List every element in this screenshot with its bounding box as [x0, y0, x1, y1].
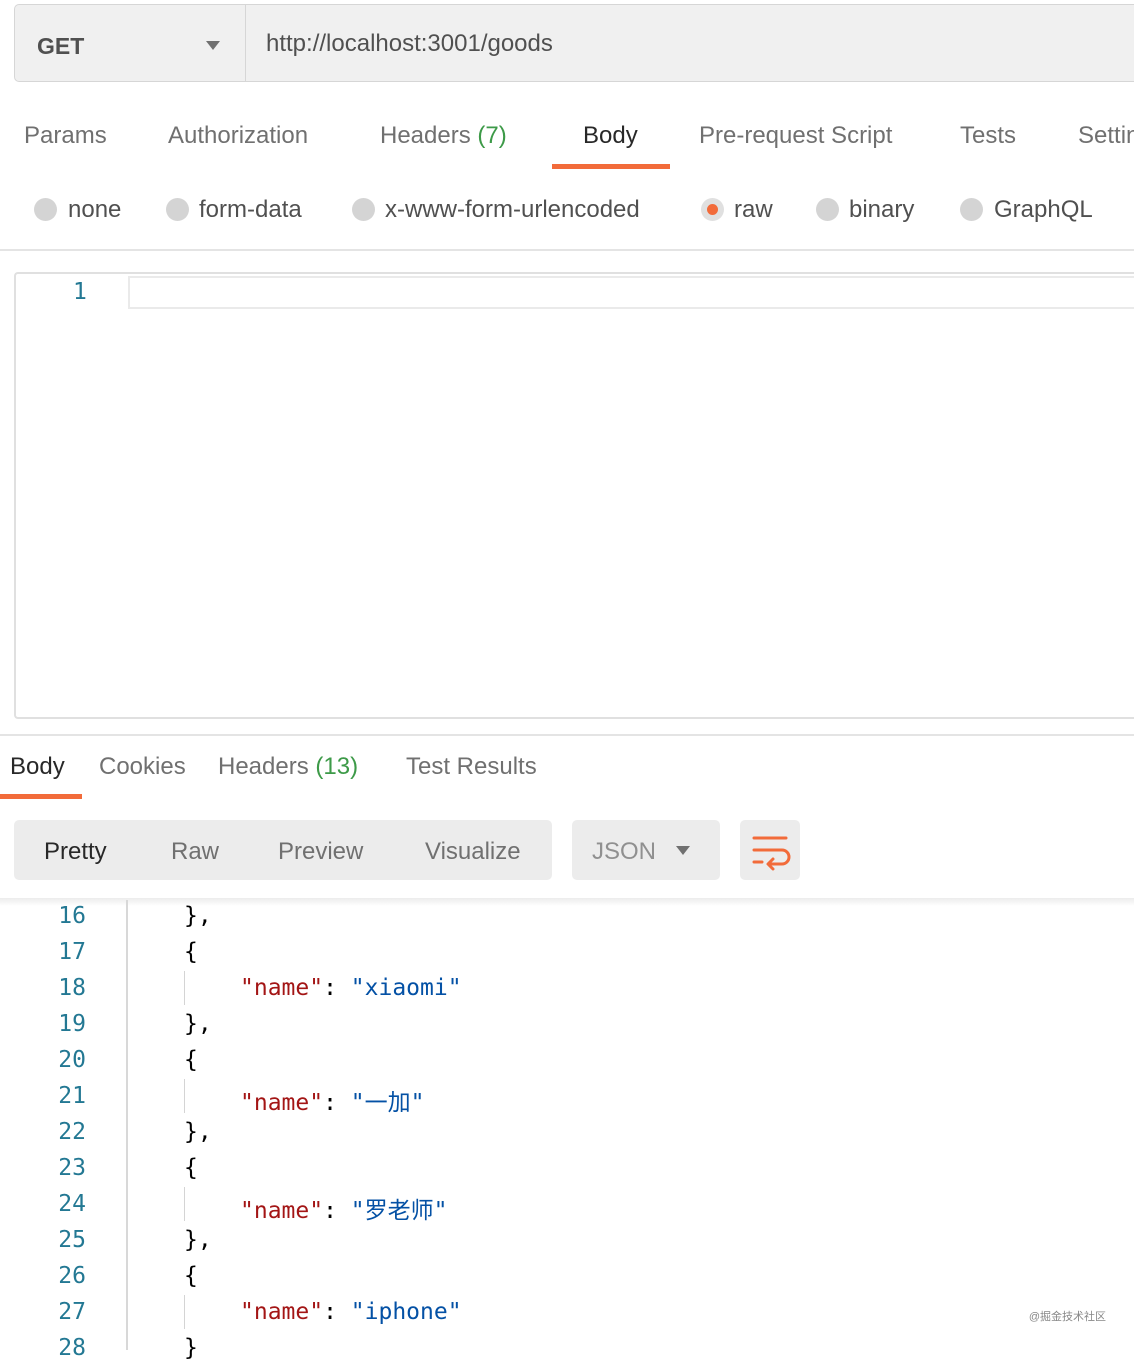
response-tab-body[interactable]: Body	[10, 753, 65, 781]
chevron-down-icon	[676, 846, 690, 855]
json-key: "name"	[240, 1090, 324, 1116]
divider	[0, 249, 1134, 251]
line-number: 19	[58, 1011, 86, 1037]
json-string-value: "一加"	[350, 1090, 425, 1116]
code-line: {	[184, 939, 198, 965]
code-line: "name": "iphone"	[240, 1299, 462, 1325]
view-raw-button[interactable]: Raw	[171, 838, 219, 866]
tab-authorization[interactable]: Authorization	[168, 122, 308, 150]
code-line: }	[184, 1335, 198, 1361]
line-number: 16	[58, 903, 86, 929]
url-input[interactable]: http://localhost:3001/goods	[245, 4, 1134, 82]
chevron-down-icon	[206, 41, 220, 50]
line-number: 26	[58, 1263, 86, 1289]
radio-circle	[960, 198, 983, 221]
radio-label: GraphQL	[994, 196, 1093, 223]
view-visualize-button[interactable]: Visualize	[425, 838, 521, 866]
indent-guide	[184, 1187, 185, 1221]
method-label: GET	[37, 33, 85, 59]
request-body-editor[interactable]	[14, 272, 1134, 719]
json-string-value: "iphone"	[350, 1299, 462, 1325]
divider	[0, 734, 1134, 736]
line-number: 20	[58, 1047, 86, 1073]
gutter-divider	[126, 900, 128, 1350]
tab-headers[interactable]: Headers (7)	[380, 122, 507, 150]
active-line-highlight	[128, 276, 1134, 309]
code-line: "name": "罗老师"	[240, 1191, 448, 1225]
tab-params[interactable]: Params	[24, 122, 107, 150]
tab-pre-request-script[interactable]: Pre-request Script	[699, 122, 892, 150]
active-response-tab-indicator	[0, 794, 82, 799]
json-separator: :	[323, 975, 351, 1001]
format-label: JSON	[592, 838, 657, 865]
code-line: "name": "xiaomi"	[240, 975, 462, 1001]
tab-settings[interactable]: Settin	[1078, 122, 1134, 150]
response-tab-cookies[interactable]: Cookies	[99, 753, 186, 781]
json-separator: :	[323, 1299, 351, 1325]
tab-body[interactable]: Body	[583, 122, 638, 150]
json-separator: :	[323, 1198, 351, 1224]
radio-label: raw	[734, 196, 773, 223]
tab-tests[interactable]: Tests	[960, 122, 1016, 150]
radio-circle-selected	[701, 198, 724, 221]
json-key: "name"	[240, 1299, 324, 1325]
radio-label: none	[68, 196, 122, 223]
code-line: },	[184, 1119, 212, 1145]
radio-circle	[34, 198, 57, 221]
active-tab-indicator	[552, 164, 670, 169]
indent-guide	[184, 971, 185, 1005]
radio-label: binary	[849, 196, 915, 223]
json-key: "name"	[240, 1198, 324, 1224]
radio-circle	[352, 198, 375, 221]
response-headers-count: (13)	[315, 753, 359, 780]
format-select[interactable]: JSON	[572, 820, 720, 880]
code-line: },	[184, 903, 212, 929]
line-number: 28	[58, 1335, 86, 1361]
response-tab-headers[interactable]: Headers (13)	[218, 753, 358, 781]
line-number: 24	[58, 1191, 86, 1217]
line-number: 23	[58, 1155, 86, 1181]
indent-guide	[184, 1295, 185, 1329]
json-string-value: "xiaomi"	[350, 975, 462, 1001]
line-number: 17	[58, 939, 86, 965]
headers-count: (7)	[477, 122, 507, 149]
indent-guide	[184, 1079, 185, 1113]
radio-label: x-www-form-urlencoded	[385, 196, 640, 223]
line-number: 18	[58, 975, 86, 1001]
method-select[interactable]: GET	[14, 4, 245, 82]
response-tab-test-results[interactable]: Test Results	[406, 753, 537, 781]
line-number: 1	[73, 279, 87, 305]
scroll-shadow	[0, 898, 1134, 906]
line-number: 22	[58, 1119, 86, 1145]
code-line: "name": "一加"	[240, 1083, 425, 1117]
code-line: },	[184, 1011, 212, 1037]
code-line: },	[184, 1227, 212, 1253]
wrap-lines-button[interactable]	[740, 820, 800, 880]
json-key: "name"	[240, 975, 324, 1001]
view-pretty-button[interactable]: Pretty	[44, 838, 107, 866]
watermark: @掘金技术社区	[1028, 1311, 1106, 1323]
radio-circle	[816, 198, 839, 221]
code-line: {	[184, 1155, 198, 1181]
view-preview-button[interactable]: Preview	[278, 838, 363, 866]
line-number: 27	[58, 1299, 86, 1325]
line-number: 25	[58, 1227, 86, 1253]
line-number: 21	[58, 1083, 86, 1109]
radio-circle	[166, 198, 189, 221]
code-line: {	[184, 1263, 198, 1289]
json-separator: :	[323, 1090, 351, 1116]
wrap-lines-icon	[752, 836, 791, 871]
url-text: http://localhost:3001/goods	[266, 30, 553, 57]
code-line: {	[184, 1047, 198, 1073]
radio-label: form-data	[199, 196, 302, 223]
json-string-value: "罗老师"	[350, 1198, 448, 1224]
